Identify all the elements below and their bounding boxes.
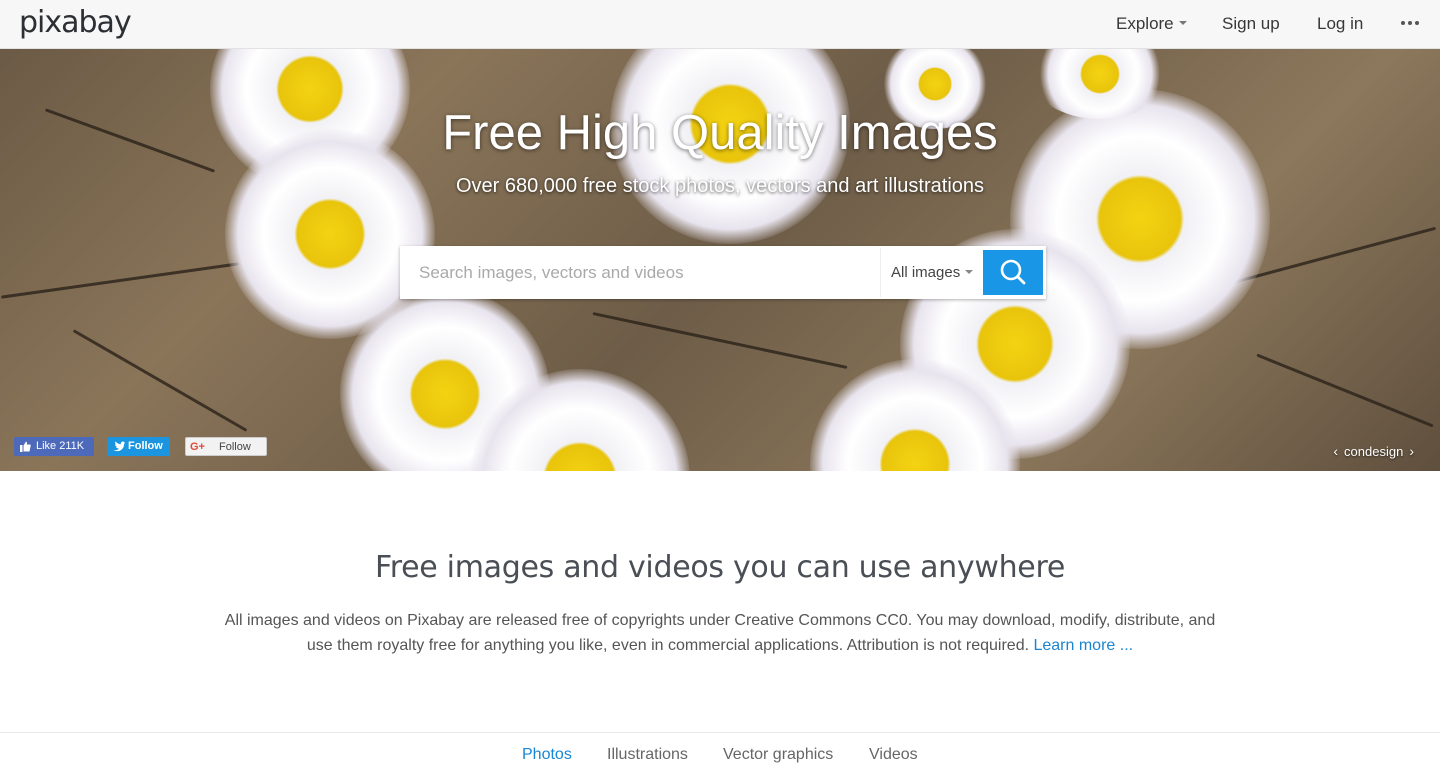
search-icon (1000, 259, 1026, 285)
facebook-like-button[interactable]: Like 211K (14, 437, 94, 456)
search-button[interactable] (983, 250, 1043, 295)
thumbs-up-icon (20, 441, 31, 452)
pixabay-logo[interactable]: pixabay (19, 6, 132, 40)
chevron-right-icon[interactable]: › (1409, 443, 1414, 459)
tab-illustrations[interactable]: Illustrations (607, 746, 688, 764)
search-input[interactable] (402, 248, 880, 297)
google-plus-follow-button[interactable]: G+ Follow (185, 437, 267, 456)
hero-title: Free High Quality Images (442, 106, 998, 160)
search-bar: All images (400, 246, 1046, 299)
top-navigation-bar: pixabay Explore Sign up Log in (0, 0, 1440, 49)
log-in-link[interactable]: Log in (1317, 13, 1363, 35)
explore-label: Explore (1116, 14, 1174, 33)
tab-photos[interactable]: Photos (522, 746, 572, 764)
learn-more-link[interactable]: Learn more ... (1033, 637, 1133, 654)
image-credit-author[interactable]: condesign (1344, 444, 1403, 459)
divider (0, 732, 1440, 733)
hero-banner: Free High Quality Images Over 680,000 fr… (0, 49, 1440, 471)
search-type-label: All images (891, 264, 961, 281)
twitter-follow-label: Follow (128, 440, 163, 452)
twitter-bird-icon (113, 441, 125, 452)
hero-subtitle: Over 680,000 free stock photos, vectors … (455, 175, 985, 197)
search-type-dropdown[interactable]: All images (880, 248, 983, 297)
facebook-like-count: Like 211K (36, 440, 85, 452)
sign-up-link[interactable]: Sign up (1222, 13, 1280, 35)
chevron-left-icon[interactable]: ‹ (1333, 443, 1338, 459)
google-plus-icon: G+ (190, 441, 205, 453)
intro-title: Free images and videos you can use anywh… (374, 550, 1065, 585)
more-dots-icon[interactable] (1401, 21, 1421, 27)
image-credit[interactable]: ‹ condesign › (1327, 443, 1420, 459)
google-plus-follow-label: Follow (219, 441, 251, 453)
explore-menu[interactable]: Explore (1116, 13, 1187, 35)
tab-videos[interactable]: Videos (869, 746, 918, 764)
twitter-follow-button[interactable]: Follow (107, 437, 170, 456)
chevron-down-icon (1178, 21, 1187, 25)
intro-text: All images and videos on Pixabay are rel… (212, 608, 1228, 658)
tab-vector-graphics[interactable]: Vector graphics (723, 746, 833, 764)
chevron-down-icon (965, 270, 974, 274)
